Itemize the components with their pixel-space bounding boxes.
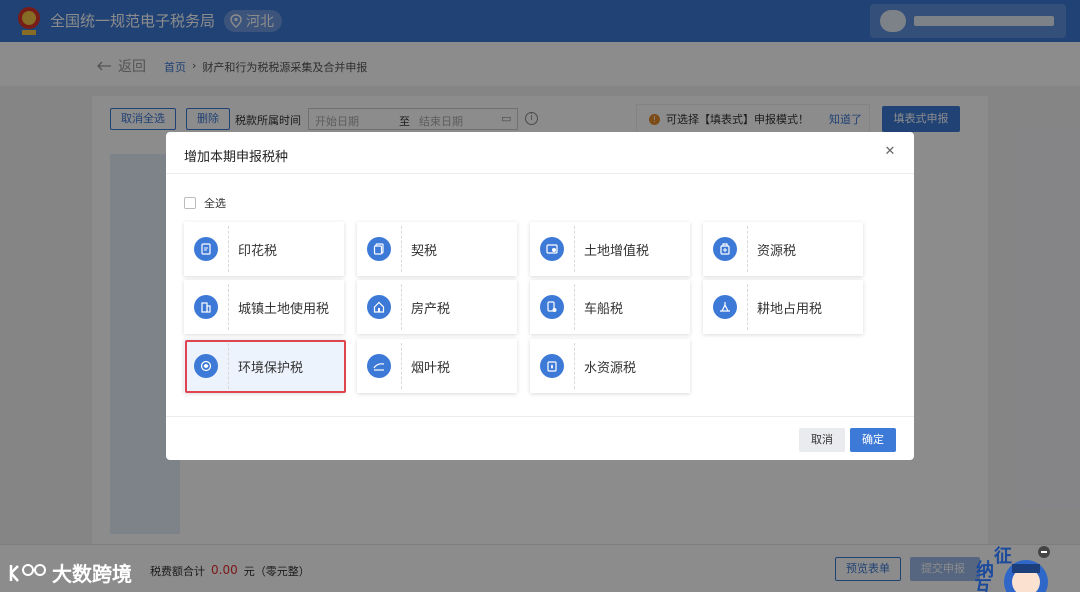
assistant-mascot[interactable]: 纳 征 互 [968, 546, 1050, 592]
tax-type-grid: 印花税 契税 土地增值税 资源税 城镇土地使用税 房产税 车船税 耕地占用税 环… [184, 222, 874, 402]
card-divider [401, 343, 402, 389]
tax-label: 烟叶税 [411, 361, 451, 376]
card-divider [401, 226, 402, 272]
vehicle-icon [540, 295, 564, 319]
select-all-label: 全选 [204, 197, 226, 210]
dialog-title: 增加本期申报税种 [184, 150, 289, 165]
card-divider [574, 284, 575, 330]
tax-card-vehicle[interactable]: 车船税 [530, 280, 690, 334]
tax-label: 环境保护税 [238, 361, 304, 376]
card-divider [228, 284, 229, 330]
tax-card-water-resource[interactable]: 水资源税 [530, 339, 690, 393]
brand-name: 大数跨境 [52, 562, 132, 586]
add-tax-type-dialog: 增加本期申报税种 ✕ 全选 印花税 契税 土地增值税 资源税 城镇土地使用税 房… [166, 132, 914, 460]
card-divider [574, 343, 575, 389]
card-divider [401, 284, 402, 330]
tax-card-tobacco[interactable]: 烟叶税 [357, 339, 517, 393]
environment-icon [194, 354, 218, 378]
select-all-checkbox[interactable]: 全选 [184, 195, 226, 211]
tax-card-farmland[interactable]: 耕地占用税 [703, 280, 863, 334]
tax-label: 印花税 [238, 244, 278, 259]
urban-land-icon [194, 295, 218, 319]
checkbox-icon [184, 197, 196, 209]
dialog-header: 增加本期申报税种 ✕ [166, 132, 914, 174]
close-icon[interactable]: ✕ [882, 144, 898, 160]
farmland-icon [713, 295, 737, 319]
tax-card-resource[interactable]: 资源税 [703, 222, 863, 276]
card-divider [228, 343, 229, 389]
cancel-button[interactable]: 取消 [799, 428, 845, 452]
tax-label: 耕地占用税 [757, 302, 823, 317]
dialog-footer: 取消 确定 [166, 416, 914, 460]
tax-label: 契税 [411, 244, 438, 259]
confirm-button[interactable]: 确定 [850, 428, 896, 452]
tax-label: 资源税 [757, 244, 797, 259]
tax-card-land-value[interactable]: 土地增值税 [530, 222, 690, 276]
water-icon [540, 354, 564, 378]
tax-card-environmental[interactable]: 环境保护税 [184, 339, 344, 393]
tax-label: 水资源税 [584, 361, 637, 376]
tax-label: 房产税 [411, 302, 451, 317]
card-divider [747, 284, 748, 330]
brand-logo-icon [9, 563, 46, 582]
tax-card-urban-land[interactable]: 城镇土地使用税 [184, 280, 344, 334]
tax-card-stamp[interactable]: 印花税 [184, 222, 344, 276]
tax-card-deed[interactable]: 契税 [357, 222, 517, 276]
tobacco-icon [367, 354, 391, 378]
tax-label: 土地增值税 [584, 244, 650, 259]
card-divider [228, 226, 229, 272]
tax-card-property[interactable]: 房产税 [357, 280, 517, 334]
resource-icon [713, 237, 737, 261]
brand-watermark: 大数跨境 [8, 558, 132, 587]
mascot-char-2: 征 [994, 546, 1012, 567]
deed-doc-icon [367, 237, 391, 261]
house-icon [367, 295, 391, 319]
card-divider [747, 226, 748, 272]
tax-label: 城镇土地使用税 [238, 302, 330, 317]
tax-label: 车船税 [584, 302, 624, 317]
mascot-char-3: 互 [974, 578, 992, 592]
land-value-icon [540, 237, 564, 261]
card-divider [574, 226, 575, 272]
stamp-doc-icon [194, 237, 218, 261]
